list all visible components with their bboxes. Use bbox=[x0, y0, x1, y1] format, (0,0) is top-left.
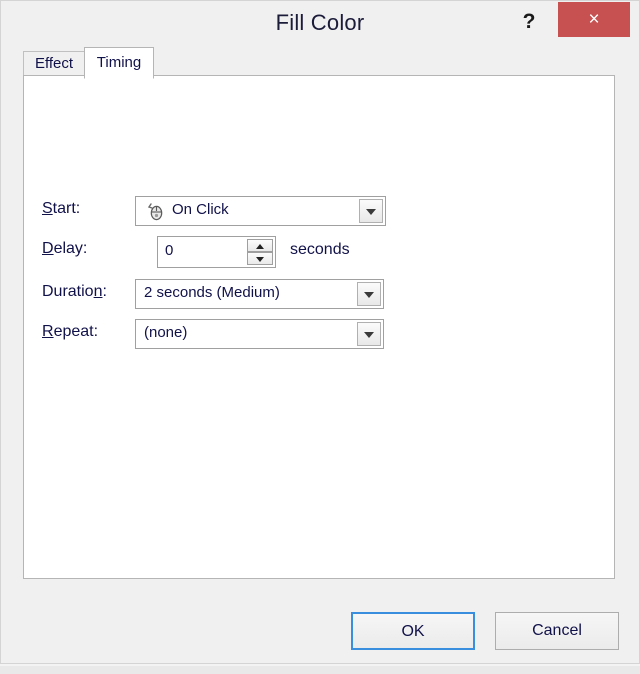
delay-input-value: 0 bbox=[165, 242, 174, 259]
cancel-button[interactable]: Cancel bbox=[495, 612, 619, 650]
delay-label-rest: elay: bbox=[53, 240, 88, 257]
duration-combo[interactable]: 2 seconds (Medium) bbox=[135, 279, 384, 309]
start-label-rest: tart: bbox=[52, 200, 81, 217]
repeat-combo-dropdown-button[interactable] bbox=[357, 322, 381, 346]
tab-timing-label: Timing bbox=[96, 54, 142, 71]
title-bar: Fill Color ? × bbox=[1, 1, 639, 45]
chevron-down-icon bbox=[364, 332, 374, 338]
repeat-combo[interactable]: (none) bbox=[135, 319, 384, 349]
mouse-click-icon bbox=[145, 201, 167, 223]
repeat-label: Repeat: bbox=[42, 323, 98, 341]
tab-effect-label: Effect bbox=[34, 55, 74, 72]
start-combo-dropdown-button[interactable] bbox=[359, 199, 383, 223]
fill-color-dialog: Fill Color ? × Effect Timing Start: On C… bbox=[0, 0, 640, 664]
tab-strip: Effect Timing bbox=[10, 45, 630, 79]
start-label-accel: S bbox=[42, 200, 53, 217]
repeat-combo-value: (none) bbox=[144, 324, 188, 341]
ok-button[interactable]: OK bbox=[351, 612, 475, 650]
delay-spinner-down-button[interactable] bbox=[247, 252, 273, 265]
delay-label: Delay: bbox=[42, 240, 87, 258]
start-combo[interactable]: On Click bbox=[135, 196, 386, 226]
tab-timing[interactable]: Timing bbox=[84, 47, 154, 79]
duration-label-before: Duratio bbox=[42, 283, 94, 300]
delay-label-accel: D bbox=[42, 240, 54, 257]
repeat-label-accel: R bbox=[42, 323, 54, 340]
help-button[interactable]: ? bbox=[514, 7, 544, 37]
duration-combo-dropdown-button[interactable] bbox=[357, 282, 381, 306]
bottom-strip bbox=[0, 666, 640, 674]
start-combo-value: On Click bbox=[172, 201, 229, 218]
duration-combo-value: 2 seconds (Medium) bbox=[144, 284, 280, 301]
duration-label: Duration: bbox=[42, 283, 107, 301]
delay-spinner[interactable]: 0 bbox=[157, 236, 276, 268]
chevron-down-icon bbox=[366, 209, 376, 215]
start-label: Start: bbox=[42, 200, 80, 218]
duration-label-after: : bbox=[102, 283, 107, 300]
arrow-up-icon bbox=[256, 243, 264, 249]
tab-effect[interactable]: Effect bbox=[23, 51, 85, 77]
delay-spinner-up-button[interactable] bbox=[247, 239, 273, 252]
timing-tab-panel: Start: On Click Delay: 0 seconds Duratio… bbox=[23, 75, 615, 579]
repeat-label-rest: epeat: bbox=[53, 323, 99, 340]
arrow-down-icon bbox=[256, 256, 264, 262]
chevron-down-icon bbox=[364, 292, 374, 298]
close-button[interactable]: × bbox=[558, 2, 630, 37]
delay-units-label: seconds bbox=[290, 241, 350, 258]
